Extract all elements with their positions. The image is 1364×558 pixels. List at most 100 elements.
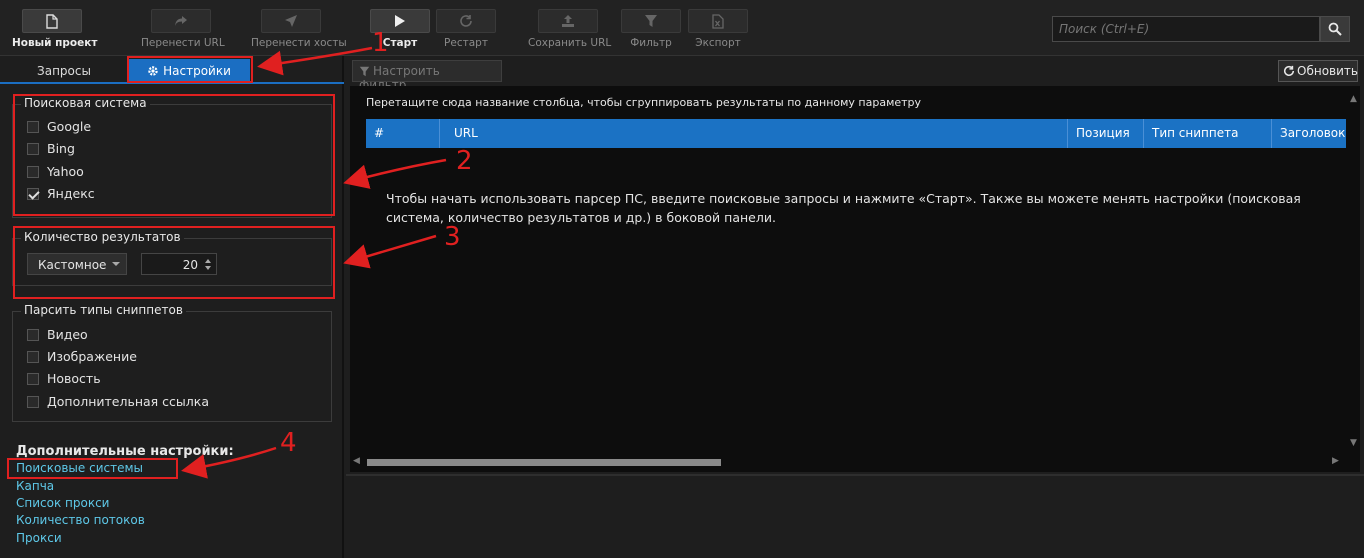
- refresh-icon: [1283, 65, 1295, 77]
- results-mode-select[interactable]: Кастомное: [27, 253, 127, 275]
- scrollbar-thumb[interactable]: [367, 459, 721, 466]
- checkbox-google[interactable]: Google: [27, 119, 91, 135]
- sidebar-tabs: Запросы Настройки: [0, 56, 344, 84]
- checkbox-label: Google: [47, 119, 92, 134]
- checkbox-box-checked[interactable]: [27, 188, 39, 200]
- chevron-down-icon: [112, 262, 120, 266]
- stepper-up-icon[interactable]: [205, 259, 211, 263]
- results-count-title: Количество результатов: [21, 230, 184, 244]
- refresh-button[interactable]: Обновить: [1278, 60, 1358, 82]
- scroll-down-icon[interactable]: ▼: [1350, 438, 1357, 448]
- grid-header: # URL Позиция Тип сниппета Заголовок: [366, 119, 1346, 148]
- funnel-icon: [359, 66, 370, 77]
- checkbox-image[interactable]: Изображение: [27, 349, 137, 365]
- checkbox-label: Видео: [47, 327, 88, 342]
- column-header-number[interactable]: #: [366, 119, 440, 148]
- search-icon: [1328, 22, 1342, 36]
- link-proxy[interactable]: Прокси: [16, 531, 62, 545]
- search-input[interactable]: [1052, 16, 1320, 42]
- send-icon: [261, 9, 321, 33]
- save-url-label: Сохранить URL: [528, 37, 612, 49]
- new-project-label: Новый проект: [12, 37, 98, 49]
- column-header-title[interactable]: Заголовок: [1272, 119, 1346, 148]
- transfer-hosts-label: Перенести хосты: [251, 37, 347, 49]
- tab-settings[interactable]: Настройки: [128, 59, 250, 84]
- group-by-hint[interactable]: Перетащите сюда название столбца, чтобы …: [366, 96, 921, 109]
- refresh-label: Обновить: [1297, 64, 1358, 78]
- transfer-hosts-button[interactable]: Перенести хосты: [251, 9, 347, 51]
- column-header-snippet-type[interactable]: Тип сниппета: [1144, 119, 1272, 148]
- results-count-value: 20: [182, 258, 198, 272]
- configure-filter-button[interactable]: Настроить фильтр...: [352, 60, 502, 92]
- column-header-position[interactable]: Позиция: [1068, 119, 1144, 148]
- refresh-icon: [436, 9, 496, 33]
- checkbox-box[interactable]: [27, 329, 39, 341]
- restart-label: Рестарт: [444, 37, 488, 49]
- checkbox-box[interactable]: [27, 143, 39, 155]
- transfer-url-button[interactable]: Перенести URL: [141, 9, 225, 51]
- link-proxy-list[interactable]: Список прокси: [16, 496, 109, 510]
- scroll-left-icon[interactable]: ◀: [353, 456, 360, 466]
- checkbox-yahoo[interactable]: Yahoo: [27, 164, 84, 180]
- tab-queries[interactable]: Запросы: [8, 59, 120, 84]
- column-label: Тип сниппета: [1152, 126, 1239, 140]
- checkbox-box[interactable]: [27, 166, 39, 178]
- play-icon: [370, 9, 430, 33]
- results-panel: Настроить фильтр... Обновить Перетащите …: [346, 56, 1364, 558]
- checkbox-label: Яндекс: [47, 186, 95, 201]
- link-search-engines[interactable]: Поисковые системы: [16, 461, 143, 475]
- results-grid: Перетащите сюда название столбца, чтобы …: [350, 86, 1360, 472]
- results-count-stepper[interactable]: 20: [141, 253, 217, 275]
- search-button[interactable]: [1320, 16, 1350, 42]
- restart-button[interactable]: Рестарт: [426, 9, 506, 51]
- checkbox-news[interactable]: Новость: [27, 371, 101, 387]
- snippet-types-group: Парсить типы сниппетов Видео Изображение…: [12, 303, 332, 422]
- scroll-right-icon[interactable]: ▶: [1332, 456, 1339, 466]
- checkbox-label: Bing: [47, 141, 75, 156]
- column-label: URL: [454, 126, 478, 140]
- checkbox-label: Изображение: [47, 349, 137, 364]
- stepper-down-icon[interactable]: [205, 266, 211, 270]
- tab-settings-label: Настройки: [163, 64, 231, 78]
- checkbox-yandex[interactable]: Яндекс: [27, 186, 95, 202]
- checkbox-video[interactable]: Видео: [27, 327, 88, 343]
- toolbar: Новый проект Перенести URL Перенести хос…: [0, 0, 1364, 56]
- save-url-button[interactable]: Сохранить URL: [528, 9, 612, 51]
- empty-state-message: Чтобы начать использовать парсер ПС, вве…: [386, 191, 1301, 225]
- checkbox-bing[interactable]: Bing: [27, 141, 75, 157]
- advanced-settings-title: Дополнительные настройки:: [16, 444, 234, 459]
- tab-queries-label: Запросы: [37, 64, 91, 78]
- horizontal-scrollbar[interactable]: ◀ ▶: [350, 455, 1350, 467]
- transfer-url-label: Перенести URL: [141, 37, 225, 49]
- column-label: Позиция: [1076, 126, 1130, 140]
- column-label: Заголовок: [1280, 126, 1346, 140]
- results-mode-value: Кастомное: [38, 258, 107, 272]
- checkbox-label: Дополнительная ссылка: [47, 394, 209, 409]
- scroll-up-icon[interactable]: ▲: [1350, 94, 1357, 104]
- link-thread-count[interactable]: Количество потоков: [16, 513, 145, 527]
- checkbox-box[interactable]: [27, 373, 39, 385]
- search-engine-group: Поисковая система Google Bing Yahoo Янде…: [12, 96, 332, 218]
- file-icon: [22, 9, 82, 33]
- checkbox-box[interactable]: [27, 351, 39, 363]
- column-label: #: [374, 126, 385, 140]
- checkbox-additional-link[interactable]: Дополнительная ссылка: [27, 394, 209, 410]
- checkbox-box[interactable]: [27, 121, 39, 133]
- gear-icon: [148, 66, 158, 76]
- checkbox-label: Yahoo: [47, 164, 84, 179]
- new-project-button[interactable]: Новый проект: [12, 9, 98, 51]
- export-label: Экспорт: [695, 37, 741, 49]
- checkbox-label: Новость: [47, 371, 101, 386]
- funnel-icon: [621, 9, 681, 33]
- export-button[interactable]: Экспорт: [678, 9, 758, 51]
- snippet-types-title: Парсить типы сниппетов: [21, 303, 186, 317]
- settings-sidebar: Запросы Настройки Поисковая система Goog…: [0, 56, 344, 558]
- upload-icon: [538, 9, 598, 33]
- excel-icon: [688, 9, 748, 33]
- checkbox-box[interactable]: [27, 396, 39, 408]
- search-engine-title: Поисковая система: [21, 96, 150, 110]
- link-captcha[interactable]: Капча: [16, 479, 54, 493]
- column-header-url[interactable]: URL: [446, 119, 1068, 148]
- share-arrow-icon: [151, 9, 211, 33]
- results-count-group: Количество результатов Кастомное 20: [12, 230, 332, 286]
